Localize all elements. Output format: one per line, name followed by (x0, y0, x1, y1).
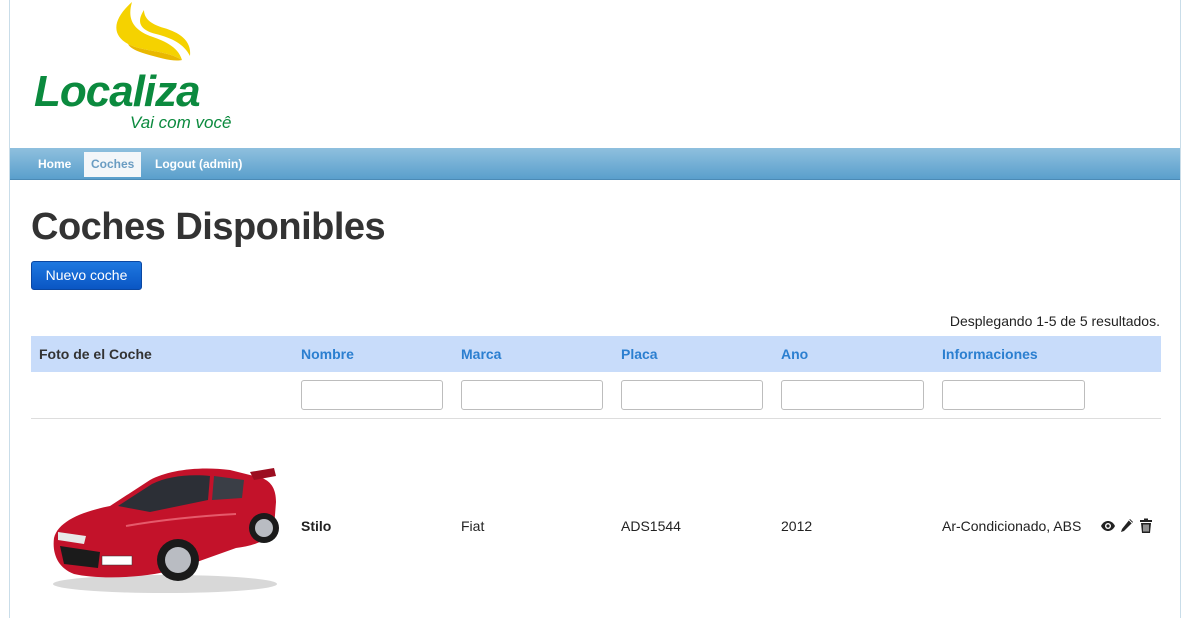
car-photo (40, 428, 286, 610)
brand-name: Localiza (34, 67, 201, 116)
results-summary: Desplegando 1-5 de 5 resultados. (949, 313, 1160, 329)
cell-nombre: Stilo (301, 518, 332, 534)
nav-item-coches[interactable]: Coches (84, 152, 142, 177)
filter-marca-input[interactable] (461, 380, 603, 410)
filter-informaciones-input[interactable] (942, 380, 1085, 410)
pencil-icon[interactable] (1120, 518, 1134, 534)
brand-tagline: Vai com você (130, 113, 232, 132)
column-header-informaciones[interactable]: Informaciones (942, 336, 1038, 372)
table-header: Foto de el Coche Nombre Marca Placa Ano … (31, 336, 1161, 372)
filter-placa-input[interactable] (621, 380, 763, 410)
page-container: Localiza Vai com você Home Coches Logout… (9, 0, 1181, 618)
localiza-logo[interactable]: Localiza Vai com você (32, 0, 262, 140)
cell-placa: ADS1544 (621, 518, 681, 534)
main-navbar: Home Coches Logout (admin) (10, 148, 1180, 180)
cell-ano: 2012 (781, 518, 813, 534)
page-title: Coches Disponibles (31, 206, 386, 248)
nav-item-home[interactable]: Home (31, 152, 78, 177)
cell-marca: Fiat (461, 518, 485, 534)
column-header-ano[interactable]: Ano (781, 336, 808, 372)
table-divider (31, 418, 1161, 419)
nav-item-logout[interactable]: Logout (admin) (148, 152, 249, 177)
filter-nombre-input[interactable] (301, 380, 443, 410)
filter-ano-input[interactable] (781, 380, 924, 410)
column-header-placa[interactable]: Placa (621, 336, 658, 372)
column-header-nombre[interactable]: Nombre (301, 336, 354, 372)
cell-informaciones: Ar-Condicionado, ABS (942, 518, 1082, 534)
new-car-button[interactable]: Nuevo coche (31, 261, 142, 290)
column-header-photo: Foto de el Coche (39, 346, 152, 362)
red-sedan-image (53, 468, 279, 593)
trash-icon[interactable] (1139, 518, 1153, 534)
eye-icon[interactable] (1101, 518, 1115, 534)
column-header-marca[interactable]: Marca (461, 336, 501, 372)
